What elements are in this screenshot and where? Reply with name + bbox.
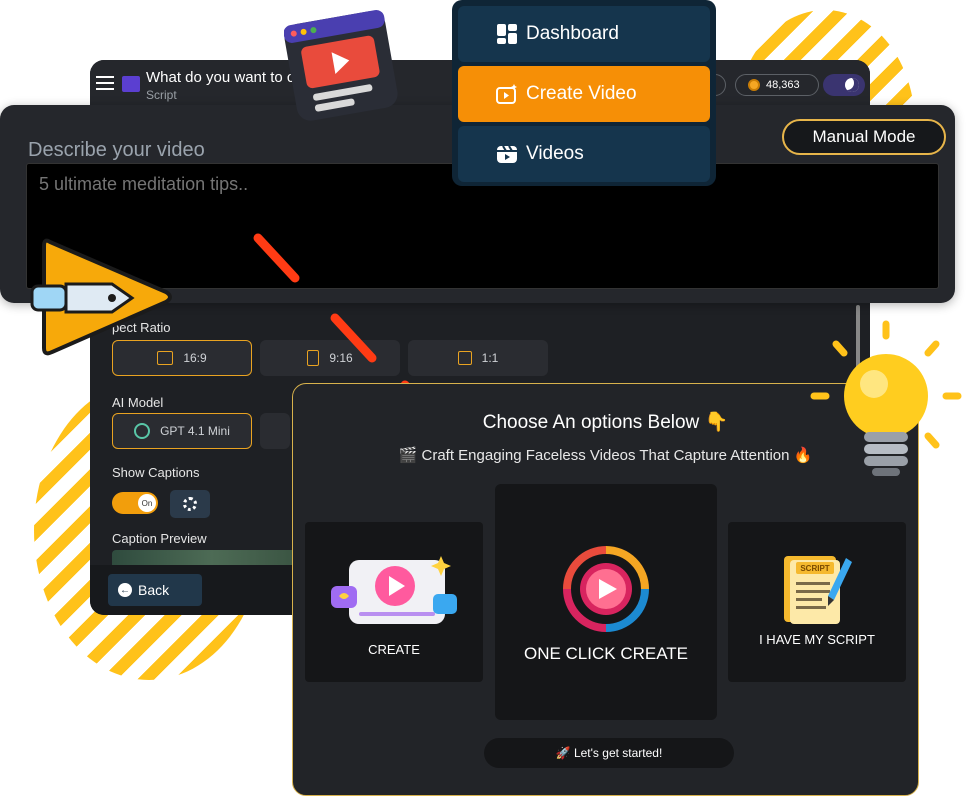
promo-stage: What do you want to c Script 48,363 pect… — [0, 0, 967, 796]
nav-item-videos[interactable]: Videos — [458, 126, 710, 182]
have-script-card[interactable]: SCRIPT I HAVE MY SCRIPT — [728, 522, 906, 682]
script-document-icon: SCRIPT — [784, 556, 852, 624]
theme-toggle[interactable] — [823, 74, 865, 96]
page-title: What do you want to c — [146, 69, 295, 86]
gear-icon — [183, 497, 197, 511]
script-sign: SCRIPT — [800, 564, 829, 573]
caption-settings-button[interactable] — [170, 490, 210, 518]
one-click-create-label: ONE CLICK CREATE — [523, 644, 689, 663]
show-captions-label: Show Captions — [112, 465, 200, 480]
toggle-knob: On — [138, 494, 156, 512]
page-subtitle: Script — [146, 88, 177, 102]
ai-model-label: AI Model — [112, 395, 164, 410]
nav-menu: Dashboard Create Video Videos — [452, 0, 716, 186]
credits-count: 48,363 — [766, 79, 800, 91]
back-button[interactable]: ← Back — [108, 574, 202, 606]
moon-icon — [845, 78, 859, 92]
pen-tool-icon — [30, 238, 172, 356]
manual-mode-button[interactable]: Manual Mode — [782, 119, 946, 155]
dashboard-icon — [497, 24, 517, 44]
openai-icon — [134, 423, 151, 439]
coin-icon — [748, 79, 760, 91]
create-video-icon — [496, 84, 517, 104]
light-bulb-icon — [810, 320, 962, 476]
nav-item-dashboard[interactable]: Dashboard — [458, 6, 710, 62]
create-option-label: CREATE — [368, 642, 420, 657]
back-arrow-icon: ← — [118, 583, 132, 597]
ai-model-option[interactable]: GPT 4.1 Mini — [112, 413, 252, 449]
credits-badge: 48,363 — [735, 74, 819, 96]
one-click-refresh-play-icon — [563, 546, 649, 632]
have-script-label: I HAVE MY SCRIPT — [759, 632, 875, 647]
clapperboard-icon — [122, 76, 140, 92]
video-player-icon — [284, 10, 398, 121]
menu-icon[interactable] — [96, 76, 114, 90]
videos-icon — [497, 145, 517, 163]
nav-item-create-video[interactable]: Create Video — [458, 66, 710, 122]
one-click-create-card[interactable]: ONE CLICK CREATE — [495, 484, 717, 720]
describe-label: Describe your video — [28, 139, 205, 161]
caption-preview-label: Caption Preview — [112, 531, 207, 546]
create-video-illustration — [331, 556, 457, 624]
get-started-button[interactable]: 🚀 Let's get started! — [484, 738, 734, 768]
create-option-card[interactable]: CREATE — [305, 522, 483, 682]
captions-toggle[interactable]: On — [112, 492, 158, 514]
